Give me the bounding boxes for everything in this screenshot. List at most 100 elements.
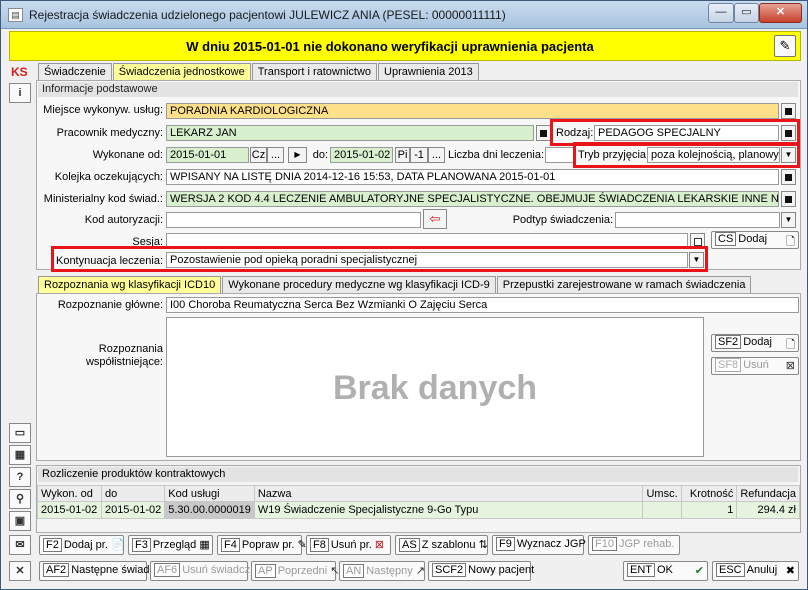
button-label: Następne świad. — [71, 564, 153, 576]
check-icon: ✔ — [694, 565, 704, 577]
col-krotnosc[interactable]: Krotność — [680, 485, 738, 502]
miejsce-label: Miejsce wykonyw. usług: — [43, 104, 163, 116]
wykonane-od-more-button[interactable]: ... — [267, 147, 284, 163]
button-label: Dodaj pr. — [63, 539, 108, 551]
info-icon[interactable]: i — [9, 83, 31, 103]
nastepne-swiad-button[interactable]: AF2 Następne świad. — [39, 561, 153, 581]
exit-arrow-icon[interactable]: ⇦ — [423, 209, 447, 229]
key-label: AF2 — [43, 563, 70, 577]
col-refundacja[interactable]: Refundacja — [736, 485, 800, 502]
col-wykon-od[interactable]: Wykon. od — [37, 485, 102, 502]
window-title: Rejestracja świadczenia udzielonego pacj… — [29, 8, 506, 22]
table-row[interactable]: 2015-01-02 2015-01-02 5.30.00.0000019 W1… — [37, 501, 800, 519]
popraw-pr-button[interactable]: F4 Popraw pr. ✎ — [217, 535, 307, 555]
monitor-icon[interactable]: ▭ — [9, 423, 31, 443]
kolejka-select-button[interactable] — [781, 169, 796, 185]
dodaj-pr-button[interactable]: F2 Dodaj pr. 📄 — [39, 535, 125, 555]
podtyp-dropdown-icon[interactable]: ▼ — [781, 212, 796, 228]
podtyp-select[interactable] — [615, 212, 780, 228]
sf2-dodaj-button[interactable]: SF2 Dodaj 🗋 — [711, 334, 799, 352]
document-icon: 📄 — [110, 539, 125, 551]
tryb-highlight — [573, 142, 800, 168]
col-nazwa[interactable]: Nazwa — [253, 485, 644, 502]
miejsce-field[interactable]: PORADNIA KARDIOLOGICZNA — [166, 103, 779, 119]
help-icon[interactable]: ? — [9, 467, 31, 487]
template-icon: ⇅ — [478, 539, 488, 551]
do-more-button[interactable]: ... — [428, 147, 445, 163]
cancel-icon: ✖ — [785, 565, 795, 577]
wyznacz-jgp-button[interactable]: F9 Wyznacz JGP — [492, 535, 586, 555]
cell-nazwa: W19 Świadczenie Specjalistyczne 9-Go Typ… — [253, 501, 644, 519]
ok-button[interactable]: ENT OK ✔ — [623, 561, 708, 581]
tab-icd10[interactable]: Rozpoznania wg klasyfikacji ICD10 — [38, 276, 222, 293]
pi-value[interactable]: -1 — [410, 147, 428, 163]
kod-autoryzacji-field[interactable] — [166, 212, 421, 228]
tab-swiadczenia-jednostkowe[interactable]: Świadczenia jednostkowe — [112, 63, 251, 80]
z-szablonu-button[interactable]: AS Z szablonu ⇅ — [395, 535, 488, 555]
title-bar[interactable]: ▤ Rejestracja świadczenia udzielonego pa… — [1, 1, 807, 29]
col-kod-uslugi[interactable]: Kod usługi — [164, 485, 255, 502]
jgp-rehab-button[interactable]: F10 JGP rehab. — [588, 535, 680, 555]
edit-icon[interactable]: ✎ — [774, 35, 796, 57]
mail-icon[interactable]: ✉ — [9, 535, 31, 555]
col-do[interactable]: do — [100, 485, 166, 502]
sf8-label: Usuń — [743, 359, 769, 371]
nowy-pacjent-button[interactable]: SCF2 Nowy pacjent — [428, 561, 534, 581]
podtyp-label: Podtyp świadczenia: — [512, 214, 613, 226]
app-icon: ▤ — [8, 8, 23, 22]
kolejka-label: Kolejka oczekujących: — [54, 171, 163, 183]
document-icon: 🗋 — [786, 236, 795, 248]
tab-swiadczenie[interactable]: Świadczenie — [38, 63, 112, 80]
pracownik-field[interactable]: LEKARZ JAN — [166, 125, 534, 141]
button-label: Wyznacz JGP — [516, 538, 586, 550]
no-data-area[interactable]: Brak danych — [166, 317, 704, 457]
diagnosis-tabs: Rozpoznania wg klasyfikacji ICD10 Wykona… — [38, 276, 752, 293]
rozpoznanie-glowne-field[interactable]: I00 Choroba Reumatyczna Serca Bez Wzmian… — [166, 297, 799, 313]
liczba-dni-field[interactable] — [545, 147, 575, 163]
kolejka-field[interactable]: WPISANY NA LISTĘ DNIA 2014-12-16 15:53, … — [166, 169, 779, 185]
cancel-icon[interactable]: ✕ — [9, 561, 31, 581]
play-icon[interactable]: ▶ — [288, 147, 307, 163]
image-icon[interactable]: ▣ — [9, 511, 31, 531]
miejsce-select-button[interactable] — [781, 103, 796, 119]
tab-uprawnienia[interactable]: Uprawnienia 2013 — [378, 63, 479, 80]
key-label: AS — [399, 538, 420, 552]
calculator-icon[interactable]: ▦ — [9, 445, 31, 465]
search-icon[interactable]: ⚲ — [9, 489, 31, 509]
rozliczenie-title: Rozliczenie produktów kontraktowych — [38, 467, 798, 482]
cell-wykon-od: 2015-01-02 — [37, 501, 102, 519]
nastepny-button[interactable]: AN Następny ↗ — [339, 561, 425, 581]
cs-dodaj-button[interactable]: CS Dodaj 🗋 — [711, 231, 799, 249]
wykonane-od-field[interactable]: 2015-01-01 — [166, 147, 249, 163]
cell-kod-uslugi: 5.30.00.0000019 — [164, 501, 255, 519]
do-field[interactable]: 2015-01-02 — [330, 147, 393, 163]
cell-umsc — [642, 501, 682, 519]
dialog-window: ▤ Rejestracja świadczenia udzielonego pa… — [0, 0, 808, 590]
tab-icd9[interactable]: Wykonane procedury medyczne wg klasyfika… — [222, 276, 496, 293]
usun-pr-button[interactable]: F8 Usuń pr. ⊠ — [306, 535, 391, 555]
sf8-usun-button[interactable]: SF8 Usuń ⊠ — [711, 357, 799, 375]
button-label: Poprzedni — [277, 565, 328, 577]
przeglad-button[interactable]: F3 Przegląd ▦ — [128, 535, 213, 555]
tab-transport[interactable]: Transport i ratownictwo — [251, 63, 378, 80]
anuluj-button[interactable]: ESC Anuluj ✖ — [712, 561, 799, 581]
poprzedni-button[interactable]: AP Poprzedni ↖ — [251, 561, 340, 581]
pi-button[interactable]: Pi — [395, 147, 410, 163]
minimize-button[interactable]: — — [708, 3, 734, 23]
sf2-key: SF2 — [715, 335, 742, 349]
pracownik-select-button[interactable] — [536, 125, 551, 141]
delete-icon: ⊠ — [374, 539, 385, 551]
key-label: ENT — [627, 563, 655, 577]
ministerialny-select-button[interactable] — [781, 191, 796, 207]
key-label: F2 — [43, 538, 62, 552]
col-umsc[interactable]: Umsc. — [642, 485, 682, 502]
key-label: AP — [255, 564, 276, 578]
key-label: F9 — [496, 537, 515, 551]
main-tabs: Świadczenie Świadczenia jednostkowe Tran… — [38, 63, 480, 80]
calendar-button[interactable]: Cz — [250, 147, 267, 163]
tab-przepustki[interactable]: Przepustki zarejestrowane w ramach świad… — [496, 276, 752, 293]
usun-swiadcz-button[interactable]: AF6 Usuń świadcz. — [150, 561, 253, 581]
ministerialny-field[interactable]: WERSJA 2 KOD 4.4 LECZENIE AMBULATORYJNE … — [166, 191, 779, 207]
maximize-button[interactable]: ▭ — [734, 3, 759, 23]
close-button[interactable]: ✕ — [759, 3, 802, 23]
